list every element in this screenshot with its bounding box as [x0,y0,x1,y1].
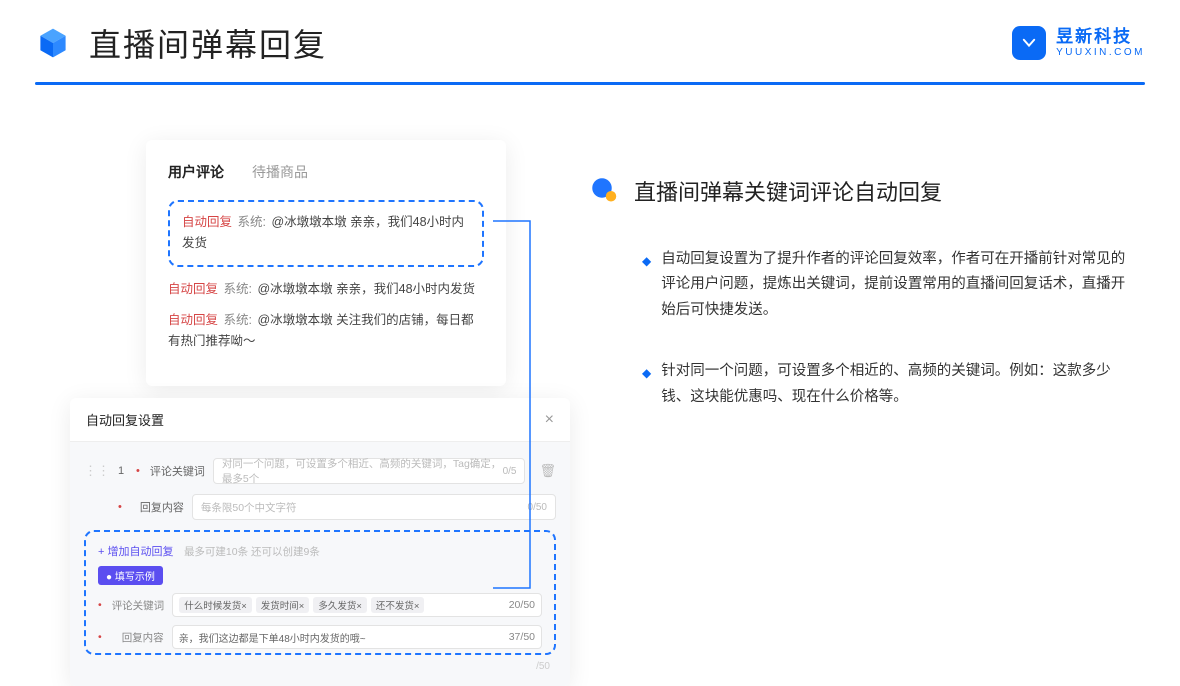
settings-title: 自动回复设置 [86,410,164,429]
chip-list: 什么时候发货× 发货时间× 多久发货× 还不发货× [179,597,424,613]
comment-row-3: 自动回复 系统: @冰墩墩本墩 关注我们的店铺，每日都有热门推荐呦～ [168,310,484,353]
required-dot-icon: • [118,501,122,513]
keyword-row: ⋮⋮ 1 • 评论关键词 对同一个问题，可设置多个相近、高频的关键词，Tag确定… [84,458,556,484]
title-wrap: 直播间弹幕回复 [35,20,327,66]
reply-label: 回复内容 [132,499,184,515]
system-tag: 系统: [238,215,266,229]
close-icon[interactable]: × [545,411,554,429]
required-dot-icon: • [136,465,140,477]
brand-url: YUUXIN.COM [1056,47,1145,58]
reply-row: • 回复内容 每条限50个中文字符 0/50 [84,494,556,520]
keyword-label: 评论关键词 [150,463,205,479]
bullet-text: 自动回复设置为了提升作者的评论回复效率，作者可在开播前针对常见的评论用户问题，提… [661,247,1130,323]
left-panel: 用户评论 待播商品 自动回复 系统: @冰墩墩本墩 亲亲，我们48小时内发货 自… [130,140,550,686]
keyword-chip[interactable]: 什么时候发货× [179,597,252,613]
add-note: 最多可建10条 还可以创建9条 [184,546,320,558]
comments-card: 用户评论 待播商品 自动回复 系统: @冰墩墩本墩 亲亲，我们48小时内发货 自… [146,140,506,386]
bullet-text: 针对同一个问题，可设置多个相近的、高频的关键词。例如：这款多少钱、这块能优惠吗、… [661,359,1130,410]
auto-reply-tag: 自动回复 [168,282,218,296]
comment-row-1: 自动回复 系统: @冰墩墩本墩 亲亲，我们48小时内发货 [182,212,470,255]
example-box: + 增加自动回复 最多可建10条 还可以创建9条 ● 填写示例 • 评论关键词 … [84,530,556,655]
reply-input[interactable]: 每条限50个中文字符 0/50 [192,494,556,520]
brand-text: 昱新科技 YUUXIN.COM [1056,28,1145,58]
example-reply-text: 亲，我们这边都是下单48小时内发货的哦~ [179,630,366,645]
keyword-counter: 0/5 [503,466,517,477]
brand: 昱新科技 YUUXIN.COM [1012,26,1145,60]
example-keyword-counter: 20/50 [509,599,535,611]
diamond-icon: ◆ [642,251,651,323]
keyword-chip[interactable]: 发货时间× [256,597,310,613]
bullet-item: ◆ 针对同一个问题，可设置多个相近的、高频的关键词。例如：这款多少钱、这块能优惠… [642,359,1130,410]
required-dot-icon: • [98,599,102,611]
row-number: 1 [118,465,128,477]
keyword-chip[interactable]: 多久发货× [313,597,367,613]
bullet-list: ◆ 自动回复设置为了提升作者的评论回复效率，作者可在开播前针对常见的评论用户问题… [642,247,1130,410]
example-keyword-label: 评论关键词 [112,598,165,613]
delete-icon[interactable]: 🗑 [539,463,556,479]
reply-counter: 0/50 [528,502,547,513]
section-title: 直播间弹幕关键词评论自动回复 [634,175,942,207]
example-reply-input[interactable]: 亲，我们这边都是下单48小时内发货的哦~ 37/50 [172,625,542,649]
reply-placeholder: 每条限50个中文字符 [201,500,297,515]
overflow-counter: /50 [84,661,556,672]
example-keyword-input[interactable]: 什么时候发货× 发货时间× 多久发货× 还不发货× 20/50 [172,593,542,617]
page-title: 直播间弹幕回复 [89,20,327,66]
example-keyword-row: • 评论关键词 什么时候发货× 发货时间× 多久发货× 还不发货× 20/50 [98,593,542,617]
diamond-icon: ◆ [642,363,651,410]
header-divider [35,82,1145,85]
right-panel: 直播间弹幕关键词评论自动回复 ◆ 自动回复设置为了提升作者的评论回复效率，作者可… [590,175,1130,446]
keyword-placeholder: 对同一个问题，可设置多个相近、高频的关键词，Tag确定，最多5个 [222,456,503,486]
tab-pending-goods[interactable]: 待播商品 [252,162,308,182]
example-reply-counter: 37/50 [509,631,535,643]
example-reply-row: • 回复内容 亲，我们这边都是下单48小时内发货的哦~ 37/50 [98,625,542,649]
settings-card: 自动回复设置 × ⋮⋮ 1 • 评论关键词 对同一个问题，可设置多个相近、高频的… [70,398,570,686]
brand-name: 昱新科技 [1056,28,1145,47]
settings-header: 自动回复设置 × [70,398,570,442]
bullet-item: ◆ 自动回复设置为了提升作者的评论回复效率，作者可在开播前针对常见的评论用户问题… [642,247,1130,323]
cube-icon [35,25,71,61]
keyword-chip[interactable]: 还不发货× [371,597,425,613]
comment-row-2: 自动回复 系统: @冰墩墩本墩 亲亲，我们48小时内发货 [168,279,484,300]
example-tag: ● 填写示例 [98,566,163,585]
required-dot-icon: • [98,631,102,643]
comment-text: @冰墩墩本墩 亲亲，我们48小时内发货 [257,282,475,296]
system-tag: 系统: [224,313,252,327]
keyword-input[interactable]: 对同一个问题，可设置多个相近、高频的关键词，Tag确定，最多5个 0/5 [213,458,526,484]
example-reply-label: 回复内容 [112,630,164,645]
brand-logo-icon [1012,26,1046,60]
chat-bubble-icon [590,176,620,206]
settings-body: ⋮⋮ 1 • 评论关键词 对同一个问题，可设置多个相近、高频的关键词，Tag确定… [70,442,570,686]
auto-reply-tag: 自动回复 [168,313,218,327]
highlighted-comment: 自动回复 系统: @冰墩墩本墩 亲亲，我们48小时内发货 [168,200,484,267]
tabs: 用户评论 待播商品 [168,162,484,182]
system-tag: 系统: [224,282,252,296]
section-head: 直播间弹幕关键词评论自动回复 [590,175,1130,207]
auto-reply-tag: 自动回复 [182,215,232,229]
add-auto-reply-link[interactable]: + 增加自动回复 [98,546,173,558]
tab-user-comments[interactable]: 用户评论 [168,162,224,182]
drag-handle-icon[interactable]: ⋮⋮ [84,463,110,479]
page-header: 直播间弹幕回复 昱新科技 YUUXIN.COM [35,20,1145,66]
